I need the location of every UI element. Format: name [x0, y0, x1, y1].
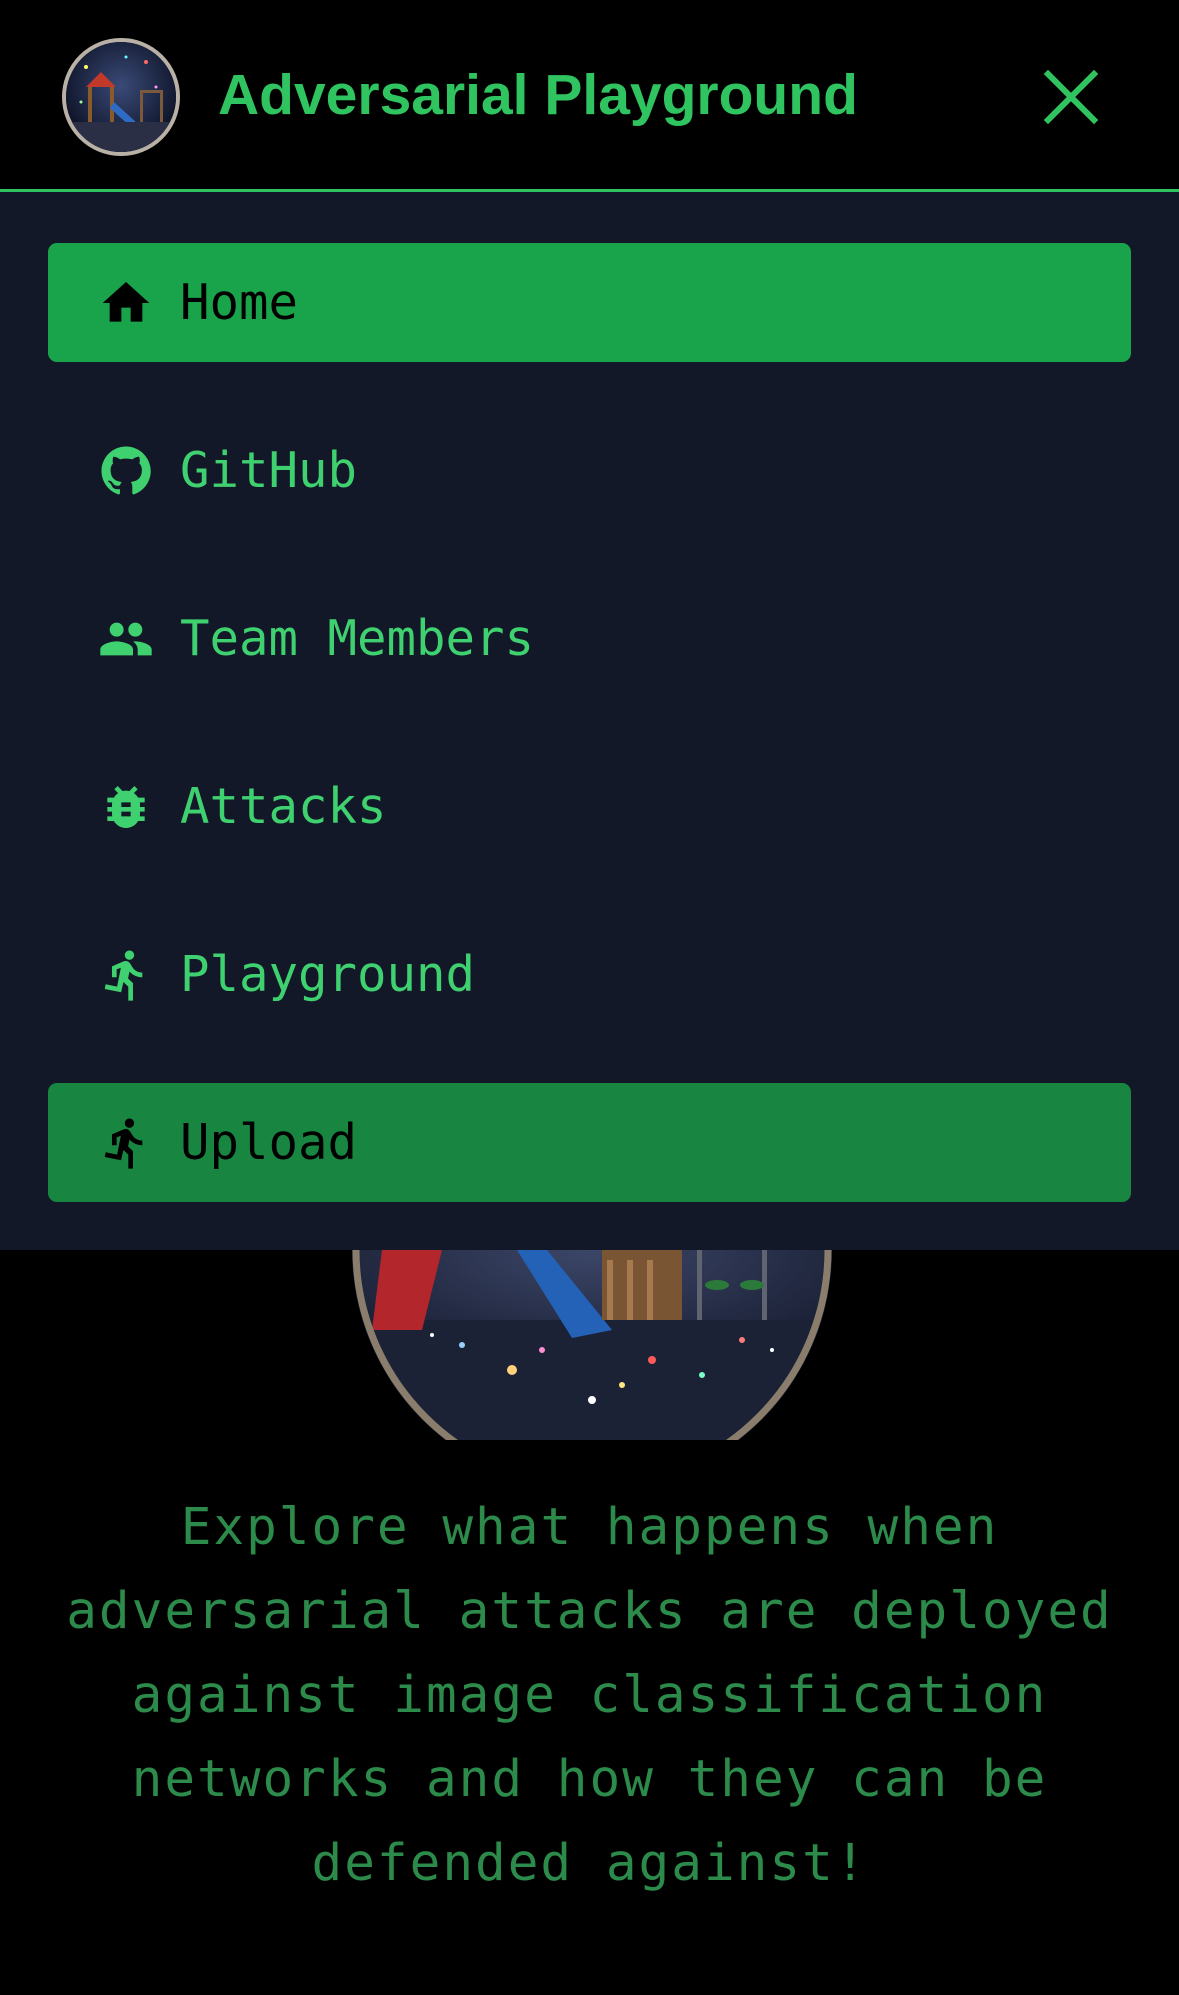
playground-logo-icon[interactable] — [62, 38, 180, 156]
running-person-icon — [98, 947, 154, 1003]
github-icon — [98, 443, 154, 499]
menu-item-playground[interactable]: Playground — [48, 915, 1131, 1034]
menu-item-label: Home — [180, 274, 299, 331]
menu-item-github[interactable]: GitHub — [48, 411, 1131, 530]
menu-item-attacks[interactable]: Attacks — [48, 747, 1131, 866]
menu-item-label: Team Members — [180, 610, 535, 667]
nav-menu-panel: Home GitHub Team Members Attacks Playgro… — [0, 192, 1179, 1250]
site-title: Adversarial Playground — [218, 63, 858, 127]
home-icon — [98, 275, 154, 331]
people-icon — [98, 611, 154, 667]
menu-item-home[interactable]: Home — [48, 243, 1131, 362]
top-header: Adversarial Playground — [0, 0, 1179, 192]
bug-icon — [98, 779, 154, 835]
menu-item-label: Upload — [180, 1114, 358, 1171]
menu-item-label: Playground — [180, 946, 476, 1003]
menu-item-label: GitHub — [180, 442, 358, 499]
menu-item-label: Attacks — [180, 778, 387, 835]
menu-item-upload[interactable]: Upload — [48, 1083, 1131, 1202]
menu-item-team-members[interactable]: Team Members — [48, 579, 1131, 698]
hero-playground-image — [352, 1250, 832, 1440]
running-person-icon — [98, 1115, 154, 1171]
hero-tagline: Explore what happens when adversarial at… — [66, 1498, 1113, 1893]
close-icon[interactable] — [1040, 66, 1102, 128]
